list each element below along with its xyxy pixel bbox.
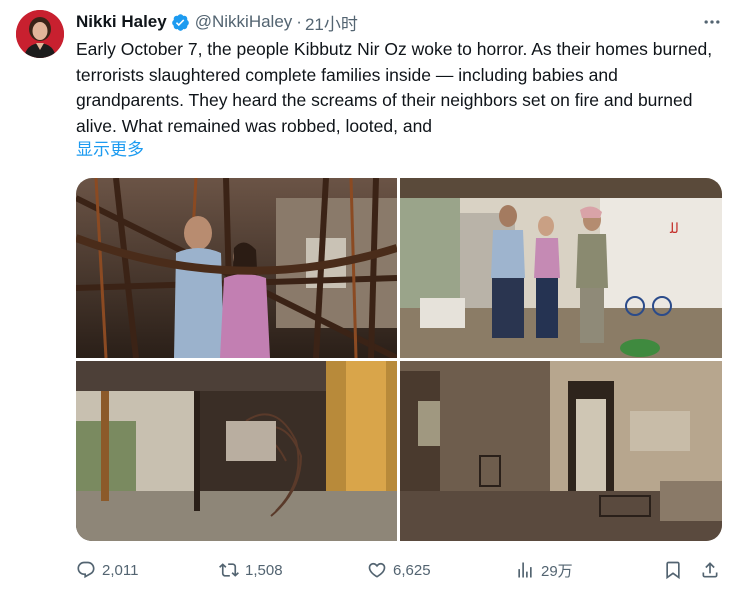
reply-icon bbox=[77, 561, 95, 579]
photo-1[interactable] bbox=[76, 178, 397, 358]
bookmark-icon bbox=[666, 561, 680, 580]
timestamp[interactable]: 21小时 bbox=[305, 10, 358, 35]
photo-4[interactable] bbox=[400, 361, 722, 541]
more-icon bbox=[704, 20, 720, 24]
tweet-body: Early October 7, the people Kibbutz Nir … bbox=[76, 39, 713, 136]
more-options-button[interactable] bbox=[700, 10, 724, 34]
show-more-link[interactable]: 显示更多 bbox=[76, 137, 144, 162]
views-count: 29万 bbox=[541, 562, 573, 580]
tweet-text: Early October 7, the people Kibbutz Nir … bbox=[76, 37, 726, 139]
retweet-button[interactable]: 1,508 bbox=[219, 558, 283, 582]
retweet-icon bbox=[219, 563, 239, 577]
share-icon bbox=[702, 562, 718, 578]
reply-count: 2,011 bbox=[102, 561, 139, 579]
like-button[interactable]: 6,625 bbox=[367, 558, 431, 582]
like-icon bbox=[368, 562, 386, 578]
retweet-count: 1,508 bbox=[245, 561, 283, 579]
share-button[interactable] bbox=[700, 558, 720, 582]
avatar[interactable] bbox=[16, 10, 64, 58]
media-grid: ﻟﻠ bbox=[76, 178, 722, 541]
like-count: 6,625 bbox=[393, 561, 431, 579]
views-button[interactable]: 29万 bbox=[515, 558, 573, 582]
svg-text:ﻟﻠ: ﻟﻠ bbox=[669, 220, 679, 236]
action-bar: 2,011 1,508 6,625 29万 bbox=[76, 558, 726, 582]
tweet-header: Nikki Haley @NikkiHaley · 21小时 bbox=[76, 10, 358, 34]
photo-3[interactable] bbox=[76, 361, 397, 541]
photo-2[interactable]: ﻟﻠ bbox=[400, 178, 722, 358]
display-name[interactable]: Nikki Haley bbox=[76, 12, 167, 32]
verified-icon bbox=[171, 13, 190, 32]
bookmark-button[interactable] bbox=[663, 558, 683, 582]
user-handle[interactable]: @NikkiHaley bbox=[195, 12, 293, 32]
reply-button[interactable]: 2,011 bbox=[76, 558, 138, 582]
separator-dot: · bbox=[296, 12, 302, 31]
tweet[interactable]: Nikki Haley @NikkiHaley · 21小时 Early Oct… bbox=[0, 0, 742, 590]
views-icon bbox=[518, 562, 532, 578]
